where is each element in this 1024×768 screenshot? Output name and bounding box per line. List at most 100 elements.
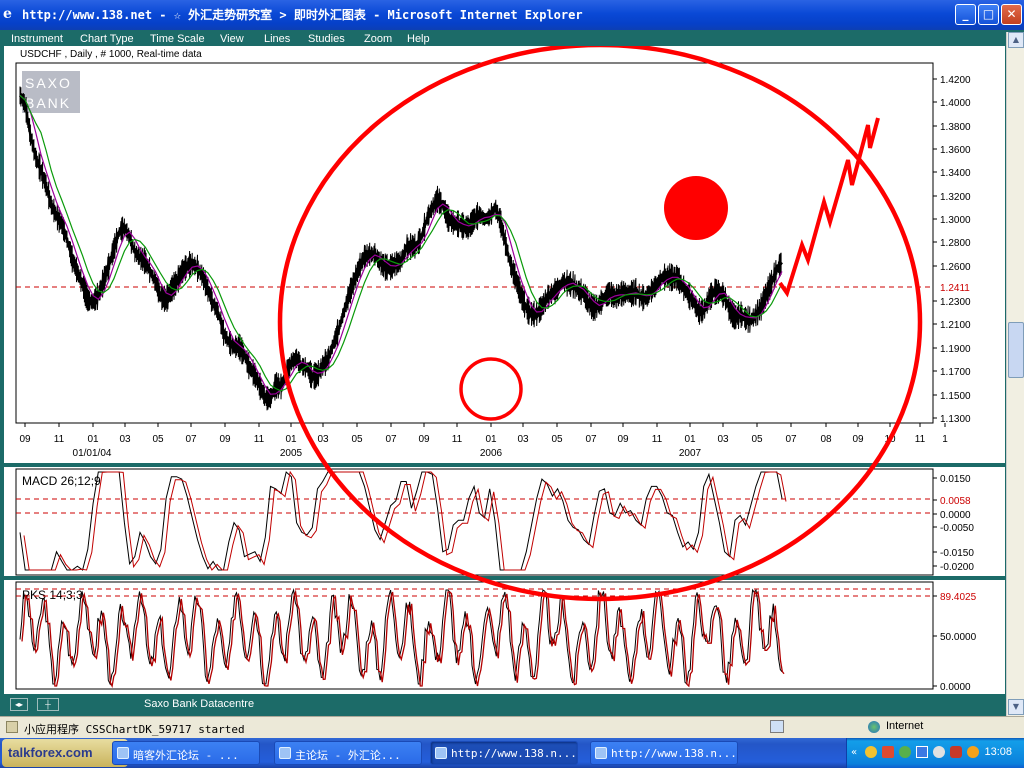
task-main-forum[interactable]: 主论坛 - 外汇论... bbox=[274, 741, 422, 765]
menu-time-scale[interactable]: Time Scale bbox=[150, 33, 205, 45]
applet-split-icon[interactable]: ┼ bbox=[37, 698, 59, 711]
y-tick-label: 1.2100 bbox=[940, 320, 971, 331]
macd-panel bbox=[15, 468, 934, 576]
macd-y-axis: 0.0150 0.0058 0.0000 -0.0050 -0.0150 -0.0200 bbox=[933, 474, 974, 573]
window-icon bbox=[117, 747, 129, 759]
price-x-axis: 09 11 01 03 05 07 09 11 01 03 05 07 09 11 01 03 05 07 09 11… bbox=[19, 423, 948, 459]
y-tick-label: 1.4000 bbox=[940, 98, 971, 109]
task-label: 暗客外汇论坛 - ... bbox=[133, 749, 239, 762]
macd-tick-label: -0.0200 bbox=[940, 562, 974, 573]
scroll-down-icon[interactable]: ▼ bbox=[1008, 699, 1024, 715]
logo-text-bank: BANK bbox=[25, 95, 71, 111]
y-tick-label: 1.3200 bbox=[940, 192, 971, 203]
x-tick-label: 05 bbox=[152, 434, 164, 445]
menu-instrument[interactable]: Instrument bbox=[11, 33, 63, 45]
internet-zone-icon bbox=[868, 721, 880, 733]
x-tick-label: 05 bbox=[751, 434, 763, 445]
minimize-button[interactable]: _ bbox=[955, 4, 976, 25]
task-label: http://www.138.n... bbox=[611, 747, 737, 760]
macd-tick-label: 0.0000 bbox=[940, 510, 971, 521]
y-tick-label: 1.2300 bbox=[940, 297, 971, 308]
annotation-red-dot bbox=[664, 176, 728, 240]
stochastic-y-axis: 89.4025 50.0000 0.0000 bbox=[933, 592, 977, 693]
macd-tick-label: 0.0150 bbox=[940, 474, 971, 485]
y-tick-label: 1.2600 bbox=[940, 262, 971, 273]
ie-icon bbox=[435, 747, 447, 759]
menu-view[interactable]: View bbox=[220, 33, 244, 45]
window-icon bbox=[279, 747, 291, 759]
talkforex-logo[interactable]: talkforex.com bbox=[2, 739, 128, 767]
close-button[interactable]: ✕ bbox=[1001, 4, 1022, 25]
x-year-label: 01/01/04 bbox=[73, 448, 112, 459]
stoch-tick-label: 50.0000 bbox=[940, 632, 977, 643]
y-tick-label: 1.1500 bbox=[940, 391, 971, 402]
menu-help[interactable]: Help bbox=[407, 33, 430, 45]
tray-app-icon[interactable] bbox=[950, 746, 962, 758]
price-y-axis: 1.4200 1.4000 1.3800 1.3600 1.3400 1.3200 1.30… bbox=[933, 75, 971, 425]
tray-app-icon[interactable] bbox=[865, 746, 877, 758]
menu-chart-type[interactable]: Chart Type bbox=[80, 33, 134, 45]
ie-icon: e bbox=[3, 6, 12, 22]
x-tick-label: 07 bbox=[385, 434, 397, 445]
tray-volume-icon[interactable] bbox=[967, 746, 979, 758]
x-tick-label: 11 bbox=[452, 434, 463, 445]
menu-studies[interactable]: Studies bbox=[308, 33, 345, 45]
x-tick-label: 01 bbox=[684, 434, 696, 445]
panel-divider bbox=[0, 463, 1005, 467]
scroll-thumb[interactable] bbox=[1008, 322, 1024, 378]
chart-applet: USDCHF , Daily , # 1000, Real-time data … bbox=[0, 42, 1005, 694]
x-tick-label: 07 bbox=[785, 434, 797, 445]
tray-app-icon[interactable] bbox=[882, 746, 894, 758]
ie-icon bbox=[595, 747, 607, 759]
scroll-up-icon[interactable]: ▲ bbox=[1008, 32, 1024, 48]
maximize-button[interactable]: □ bbox=[978, 4, 999, 25]
current-price-label: 1.2411 bbox=[940, 283, 970, 294]
status-text: 小应用程序 CSSChartDK_59717 started bbox=[24, 723, 245, 736]
x-tick-label: 11 bbox=[254, 434, 265, 445]
taskbar: talkforex.com 暗客外汇论坛 - ... 主论坛 - 外汇论... … bbox=[0, 738, 1024, 768]
x-year-label: 2007 bbox=[679, 448, 702, 459]
task-forum[interactable]: 暗客外汇论坛 - ... bbox=[112, 741, 260, 765]
x-tick-label: 01 bbox=[285, 434, 297, 445]
tray-expand-icon[interactable]: « bbox=[851, 747, 857, 758]
ie-status-bar: 小应用程序 CSSChartDK_59717 started Internet bbox=[0, 716, 1024, 738]
tray-app-icon[interactable] bbox=[899, 746, 911, 758]
x-tick-label: 09 bbox=[852, 434, 864, 445]
task-138[interactable]: http://www.138.n... bbox=[590, 741, 738, 765]
stochastic-title: PKS 14;3;3 bbox=[22, 588, 83, 602]
y-tick-label: 1.4200 bbox=[940, 75, 971, 86]
tray-app-icon[interactable] bbox=[933, 746, 945, 758]
menu-lines[interactable]: Lines bbox=[264, 33, 290, 45]
vertical-scrollbar[interactable]: ▲ ▼ bbox=[1006, 32, 1024, 716]
x-tick-label: 03 bbox=[717, 434, 729, 445]
x-tick-label: 09 bbox=[219, 434, 231, 445]
system-tray: « 13:08 bbox=[846, 738, 1024, 768]
x-tick-label: 11 bbox=[652, 434, 663, 445]
task-label: http://www.138.n... bbox=[451, 747, 577, 760]
menu-zoom[interactable]: Zoom bbox=[364, 33, 392, 45]
page-icon bbox=[770, 720, 784, 733]
x-tick-label: 05 bbox=[351, 434, 363, 445]
x-tick-label: 01 bbox=[485, 434, 497, 445]
applet-menu-bar: Instrument Chart Type Time Scale View Li… bbox=[4, 32, 1005, 46]
clock: 13:08 bbox=[984, 746, 1012, 758]
x-tick-label: 03 bbox=[317, 434, 329, 445]
applet-nav-icon[interactable]: ◂▸ bbox=[10, 698, 28, 711]
x-year-label: 2006 bbox=[480, 448, 503, 459]
y-tick-label: 1.2800 bbox=[940, 238, 971, 249]
x-tick-label: 09 bbox=[617, 434, 629, 445]
forex-chart[interactable]: USDCHF , Daily , # 1000, Real-time data … bbox=[0, 42, 1005, 694]
x-tick-label: 03 bbox=[517, 434, 529, 445]
tray-app-icon[interactable] bbox=[916, 746, 928, 758]
macd-tick-label: -0.0050 bbox=[940, 523, 974, 534]
x-tick-label: 11 bbox=[54, 434, 65, 445]
x-tick-label: 1 bbox=[942, 434, 948, 445]
task-138-active[interactable]: http://www.138.n... bbox=[430, 741, 578, 765]
logo-text-saxo: SAXO bbox=[25, 75, 72, 91]
y-tick-label: 1.3800 bbox=[940, 122, 971, 133]
x-tick-label: 07 bbox=[185, 434, 197, 445]
x-tick-label: 09 bbox=[418, 434, 430, 445]
x-year-label: 2005 bbox=[280, 448, 303, 459]
macd-tick-label: -0.0150 bbox=[940, 548, 974, 559]
applet-status-bar: ◂▸ ┼ Saxo Bank Datacentre bbox=[4, 697, 1005, 713]
